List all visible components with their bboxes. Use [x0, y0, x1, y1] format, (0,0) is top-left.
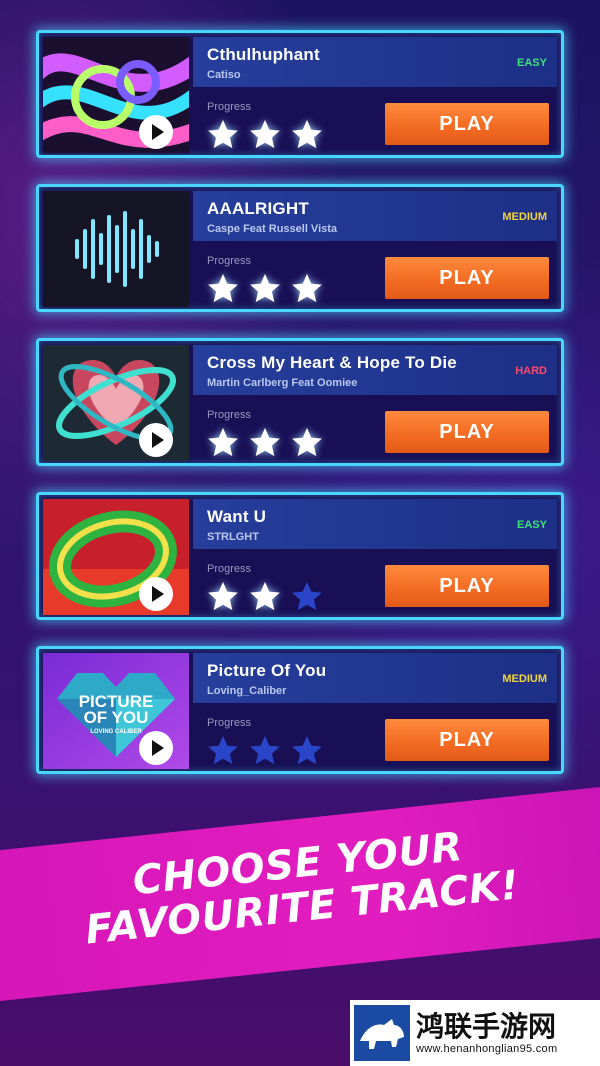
- track-title: Want U: [207, 507, 267, 526]
- star-rating: [205, 425, 325, 459]
- play-button[interactable]: PLAY: [385, 719, 549, 761]
- track-card[interactable]: Cross My Heart & Hope To Die Martin Carl…: [36, 338, 564, 466]
- play-button[interactable]: PLAY: [385, 411, 549, 453]
- track-artist: Caspe Feat Russell Vista: [207, 223, 338, 235]
- bull-logo-icon: [354, 1005, 410, 1061]
- play-preview-icon[interactable]: [139, 731, 173, 765]
- star-icon: [292, 119, 322, 149]
- star-icon: [208, 735, 238, 765]
- track-card[interactable]: PICTURE OF YOU LOVING CALIBER Picture Of…: [36, 646, 564, 774]
- star-rating: [205, 733, 325, 767]
- star-icon: [292, 427, 322, 457]
- track-header: Cthulhuphant Catiso EASY: [193, 37, 557, 87]
- star-rating: [205, 579, 325, 613]
- track-header: Cross My Heart & Hope To Die Martin Carl…: [193, 345, 557, 395]
- album-art[interactable]: [43, 499, 189, 615]
- progress-label: Progress: [207, 563, 252, 575]
- star-icon: [250, 581, 280, 611]
- play-button[interactable]: PLAY: [385, 103, 549, 145]
- watermark-url: www.henanhonglian95.com: [416, 1043, 558, 1055]
- difficulty-badge: EASY: [517, 57, 547, 69]
- progress-label: Progress: [207, 255, 252, 267]
- difficulty-badge: EASY: [517, 519, 547, 531]
- art-title-line2: OF YOU: [84, 708, 149, 727]
- difficulty-badge: HARD: [515, 365, 547, 377]
- watermark-site-name: 鸿联手游网: [416, 1010, 557, 1043]
- track-title: Cross My Heart & Hope To Die: [207, 353, 457, 372]
- track-artist: Loving_Caliber: [207, 685, 287, 697]
- track-artist: Catiso: [207, 69, 241, 81]
- track-artist: STRLGHT: [207, 531, 259, 543]
- star-icon: [208, 119, 238, 149]
- progress-label: Progress: [207, 101, 252, 113]
- play-button[interactable]: PLAY: [385, 565, 549, 607]
- track-header: Want U STRLGHT EASY: [193, 499, 557, 549]
- star-icon: [208, 273, 238, 303]
- track-header: AAALRIGHT Caspe Feat Russell Vista MEDIU…: [193, 191, 557, 241]
- track-card[interactable]: AAALRIGHT Caspe Feat Russell Vista MEDIU…: [36, 184, 564, 312]
- track-title: AAALRIGHT: [207, 199, 309, 218]
- difficulty-badge: MEDIUM: [502, 211, 547, 223]
- star-icon: [250, 273, 280, 303]
- star-icon: [250, 119, 280, 149]
- track-title: Cthulhuphant: [207, 45, 320, 64]
- album-art[interactable]: [43, 191, 189, 307]
- play-preview-icon[interactable]: [139, 423, 173, 457]
- track-header: Picture Of You Loving_Caliber MEDIUM: [193, 653, 557, 703]
- star-icon: [250, 427, 280, 457]
- star-icon: [250, 735, 280, 765]
- track-card[interactable]: Cthulhuphant Catiso EASY Progress PLAY: [36, 30, 564, 158]
- star-icon: [208, 581, 238, 611]
- star-rating: [205, 271, 325, 305]
- play-button[interactable]: PLAY: [385, 257, 549, 299]
- site-watermark: 鸿联手游网 www.henanhonglian95.com: [350, 1000, 600, 1066]
- track-title: Picture Of You: [207, 661, 327, 680]
- track-artist: Martin Carlberg Feat Oomiee: [207, 377, 358, 389]
- star-icon: [292, 581, 322, 611]
- star-rating: [205, 117, 325, 151]
- album-art[interactable]: PICTURE OF YOU LOVING CALIBER: [43, 653, 189, 769]
- star-icon: [208, 427, 238, 457]
- play-preview-icon[interactable]: [139, 115, 173, 149]
- track-card[interactable]: Want U STRLGHT EASY Progress PLAY: [36, 492, 564, 620]
- art-artist-line: LOVING CALIBER: [90, 729, 142, 735]
- album-art[interactable]: [43, 37, 189, 153]
- star-icon: [292, 273, 322, 303]
- progress-label: Progress: [207, 409, 252, 421]
- difficulty-badge: MEDIUM: [502, 673, 547, 685]
- progress-label: Progress: [207, 717, 252, 729]
- star-icon: [292, 735, 322, 765]
- album-art[interactable]: [43, 345, 189, 461]
- play-preview-icon[interactable]: [139, 577, 173, 611]
